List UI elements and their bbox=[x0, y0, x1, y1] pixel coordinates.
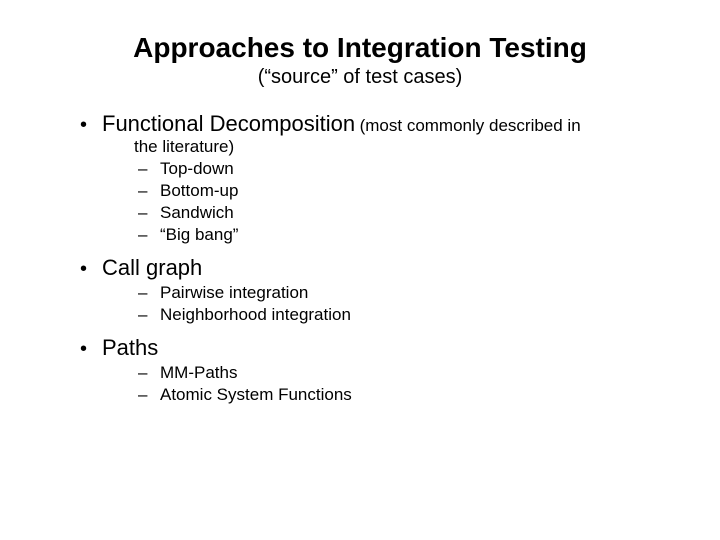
item-label: Paths bbox=[102, 335, 158, 361]
bullet-icon: • bbox=[80, 339, 102, 359]
slide: Approaches to Integration Testing (“sour… bbox=[0, 0, 720, 439]
list-item: • Call graph –Pairwise integration –Neig… bbox=[80, 255, 672, 325]
list-item: • Paths –MM-Paths –Atomic System Functio… bbox=[80, 335, 672, 405]
sub-list: –Top-down –Bottom-up –Sandwich –“Big ban… bbox=[80, 159, 672, 245]
dash-icon: – bbox=[138, 283, 160, 303]
sub-list-item: –Atomic System Functions bbox=[138, 385, 672, 405]
item-label: Call graph bbox=[102, 255, 202, 281]
dash-icon: – bbox=[138, 305, 160, 325]
item-note-cont: the literature) bbox=[80, 137, 672, 157]
list-item-row: • Call graph bbox=[80, 255, 672, 281]
sub-item-label: Bottom-up bbox=[160, 181, 238, 201]
sub-list-item: –Pairwise integration bbox=[138, 283, 672, 303]
sub-list-item: –Sandwich bbox=[138, 203, 672, 223]
item-note: (most commonly described in bbox=[360, 116, 581, 135]
bullet-icon: • bbox=[80, 259, 102, 279]
sub-item-label: Pairwise integration bbox=[160, 283, 308, 303]
dash-icon: – bbox=[138, 363, 160, 383]
sub-item-label: “Big bang” bbox=[160, 225, 238, 245]
sub-item-label: Neighborhood integration bbox=[160, 305, 351, 325]
dash-icon: – bbox=[138, 385, 160, 405]
sub-list-item: –“Big bang” bbox=[138, 225, 672, 245]
dash-icon: – bbox=[138, 181, 160, 201]
sub-item-label: Top-down bbox=[160, 159, 234, 179]
list-item-row: • Functional Decomposition (most commonl… bbox=[80, 111, 672, 137]
sub-list-item: –MM-Paths bbox=[138, 363, 672, 383]
bullet-icon: • bbox=[80, 115, 102, 135]
dash-icon: – bbox=[138, 203, 160, 223]
slide-title: Approaches to Integration Testing bbox=[48, 32, 672, 64]
sub-list-item: –Neighborhood integration bbox=[138, 305, 672, 325]
sub-list: –Pairwise integration –Neighborhood inte… bbox=[80, 283, 672, 325]
list-item-row: • Paths bbox=[80, 335, 672, 361]
sub-item-label: Sandwich bbox=[160, 203, 234, 223]
item-label: Functional Decomposition bbox=[102, 111, 355, 136]
sub-list-item: –Top-down bbox=[138, 159, 672, 179]
sub-list: –MM-Paths –Atomic System Functions bbox=[80, 363, 672, 405]
list-item: • Functional Decomposition (most commonl… bbox=[80, 111, 672, 245]
sub-list-item: –Bottom-up bbox=[138, 181, 672, 201]
sub-item-label: Atomic System Functions bbox=[160, 385, 352, 405]
dash-icon: – bbox=[138, 159, 160, 179]
bullet-list: • Functional Decomposition (most commonl… bbox=[48, 111, 672, 405]
dash-icon: – bbox=[138, 225, 160, 245]
slide-subtitle: (“source” of test cases) bbox=[48, 66, 672, 89]
sub-item-label: MM-Paths bbox=[160, 363, 237, 383]
